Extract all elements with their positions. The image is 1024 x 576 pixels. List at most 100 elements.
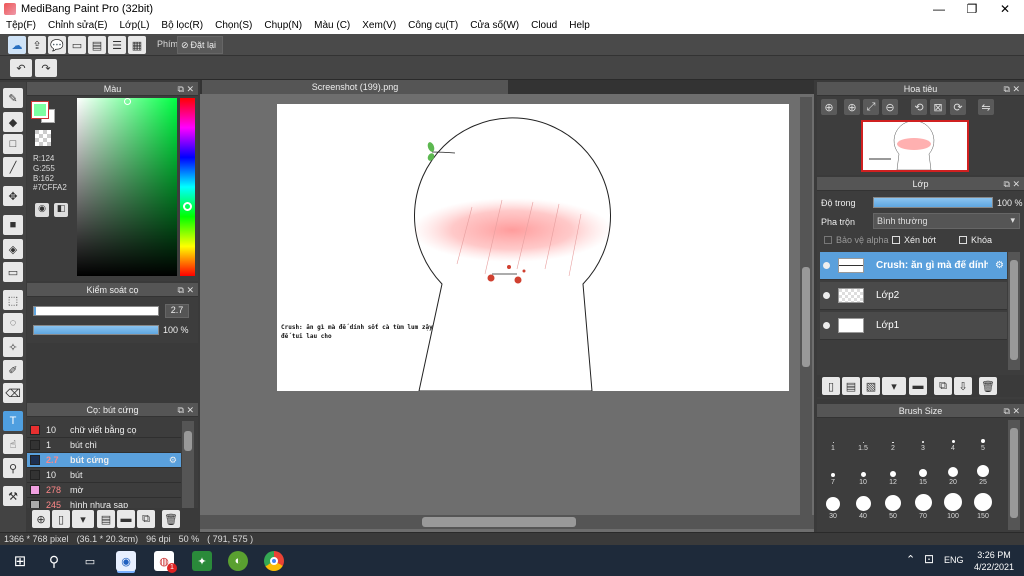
duplicate-layer-icon[interactable]: ⧉	[934, 377, 952, 395]
new-halftone-layer-icon[interactable]: ▤	[842, 377, 860, 395]
brush-size-option[interactable]: 1.5	[848, 422, 878, 452]
gear-icon[interactable]: ⚙	[169, 455, 177, 466]
dropper-tool-icon[interactable]: ⚲	[3, 458, 23, 478]
chrome-icon[interactable]	[264, 551, 284, 571]
rotate-right-icon[interactable]: ⟳	[950, 99, 966, 115]
zoom-out-icon[interactable]: ⊖	[882, 99, 898, 115]
hue-slider-handle[interactable]	[183, 202, 192, 211]
brush-size-option[interactable]: 30	[818, 490, 848, 520]
select-tool-icon[interactable]: ⬚	[3, 290, 23, 310]
bucket-tool-icon[interactable]: ◈	[3, 239, 23, 259]
flip-icon[interactable]: ⇋	[978, 99, 994, 115]
brush-size-option[interactable]: 5	[968, 422, 998, 452]
eraser-tool-icon[interactable]: ◆	[3, 112, 23, 132]
protect-alpha-checkbox[interactable]	[824, 236, 832, 244]
messenger-icon[interactable]: ◍ 1	[154, 551, 177, 573]
move-tool-icon[interactable]: ✥	[3, 186, 23, 206]
visibility-icon[interactable]	[823, 292, 830, 299]
drawing-canvas[interactable]: Crush: ăn gì mà đế dính sốt cà tùm lum z…	[277, 104, 789, 391]
brush-tool-icon[interactable]: ✎	[3, 88, 23, 108]
new-layer-icon[interactable]: ▯	[822, 377, 840, 395]
menu-filter[interactable]: Bộ lọc(R)	[161, 20, 203, 31]
menu-view[interactable]: Xem(V)	[362, 20, 396, 31]
brush-size-option[interactable]: 7	[818, 456, 848, 486]
operation-tool-icon[interactable]: ☝	[3, 434, 23, 454]
brush-item[interactable]: 10 chữ viết bằng cọ	[27, 423, 181, 438]
grid-icon[interactable]: ▦	[128, 36, 146, 54]
layer-list-scrollbar[interactable]	[1008, 252, 1020, 370]
new-brush-icon[interactable]: ▯	[52, 510, 70, 528]
fill-rect-tool-icon[interactable]: ■	[3, 215, 23, 235]
brush-size-option[interactable]: 150	[968, 490, 998, 520]
game-icon[interactable]: ✦	[192, 551, 212, 571]
brush-doc-icon[interactable]: ▤	[97, 510, 115, 528]
document-icon[interactable]: ▤	[88, 36, 106, 54]
brush-size-option[interactable]: 100	[938, 490, 968, 520]
select-eraser-tool-icon[interactable]: ⌫	[3, 383, 23, 403]
fit-icon[interactable]: ⤢	[863, 99, 879, 115]
text-tool-icon[interactable]: T	[3, 411, 23, 431]
chevron-up-icon[interactable]: ⌃	[906, 553, 915, 566]
hand-tool-icon[interactable]: ⚒	[3, 486, 23, 506]
gear-icon[interactable]: ⚙	[995, 260, 1004, 271]
minimize-button[interactable]: —	[922, 0, 956, 17]
add-brush-icon[interactable]: ⊕	[32, 510, 50, 528]
palette-icon[interactable]: ◉	[35, 203, 49, 217]
trash-icon[interactable]: 🗑	[162, 510, 180, 528]
redo-icon[interactable]: ↷	[35, 59, 57, 77]
brush-item-selected[interactable]: 2.7 bút cứng ⚙	[27, 453, 181, 468]
layer-opacity-slider[interactable]	[873, 197, 993, 208]
brush-list-scrollbar[interactable]	[182, 421, 194, 509]
close-button[interactable]: ✕	[988, 0, 1022, 17]
transparent-color-swatch[interactable]	[35, 130, 51, 146]
brush-size-option[interactable]: 4	[938, 422, 968, 452]
medibang-taskbar-icon[interactable]: ◉	[116, 551, 136, 571]
windows-start-icon[interactable]: ⊞	[10, 551, 30, 571]
color-history-icon[interactable]: ◧	[54, 203, 68, 217]
task-view-icon[interactable]: ▭	[80, 551, 100, 571]
folder-icon[interactable]: ▬	[909, 377, 927, 395]
panel-close-icon[interactable]: ⧉ ✕	[1004, 177, 1020, 191]
trash-icon[interactable]: 🗑	[979, 377, 997, 395]
menu-file[interactable]: Tệp(F)	[6, 20, 36, 31]
brush-size-option[interactable]: 20	[938, 456, 968, 486]
panel-close-icon[interactable]: ⧉ ✕	[178, 82, 194, 96]
menu-snap[interactable]: Chụp(N)	[264, 20, 302, 31]
brush-size-option[interactable]: 25	[968, 456, 998, 486]
navigator-preview[interactable]	[861, 120, 969, 172]
saturation-value-picker[interactable]	[77, 98, 177, 276]
chat-icon[interactable]: ▭	[68, 36, 86, 54]
menu-cloud[interactable]: Cloud	[531, 20, 557, 31]
undo-icon[interactable]: ↶	[10, 59, 32, 77]
clip-checkbox[interactable]	[892, 236, 900, 244]
language-indicator[interactable]: ENG	[944, 555, 964, 565]
share-icon[interactable]: ⇪	[28, 36, 46, 54]
panel-close-icon[interactable]: ⧉ ✕	[1004, 404, 1020, 418]
blend-mode-select[interactable]: Bình thường ▾	[873, 213, 1020, 229]
panel-close-icon[interactable]: ⧉ ✕	[178, 283, 194, 297]
brush-size-slider[interactable]	[33, 306, 159, 316]
network-icon[interactable]: ⊡	[924, 552, 934, 566]
reset-view-icon[interactable]: ⊠	[930, 99, 946, 115]
lock-checkbox[interactable]	[959, 236, 967, 244]
brush-size-option[interactable]: 15	[908, 456, 938, 486]
hue-slider[interactable]	[180, 98, 195, 276]
brush-size-option[interactable]: 70	[908, 490, 938, 520]
layer-add-menu-icon[interactable]: ▾	[882, 377, 906, 395]
zoom-in-icon[interactable]: ⊕	[821, 99, 837, 115]
brush-item[interactable]: 10 bút	[27, 468, 181, 483]
panel-close-icon[interactable]: ⧉ ✕	[178, 403, 194, 417]
brush-size-option[interactable]: 10	[848, 456, 878, 486]
menu-tools[interactable]: Công cụ(T)	[408, 20, 458, 31]
visibility-icon[interactable]	[823, 322, 830, 329]
brush-size-option[interactable]: 2	[878, 422, 908, 452]
clock[interactable]: 3:26 PM 4/22/2021	[972, 549, 1016, 573]
search-icon[interactable]: ⚲	[44, 551, 64, 571]
menu-select[interactable]: Chọn(S)	[215, 20, 252, 31]
merge-layer-icon[interactable]: ⇩	[954, 377, 972, 395]
reset-button[interactable]: ⊘ Đặt lại	[177, 36, 223, 54]
brush-size-option[interactable]: 1	[818, 422, 848, 452]
line-tool-icon[interactable]: ╱	[3, 157, 23, 177]
list-icon[interactable]: ☰	[108, 36, 126, 54]
lasso-tool-icon[interactable]: ◌	[3, 313, 23, 333]
